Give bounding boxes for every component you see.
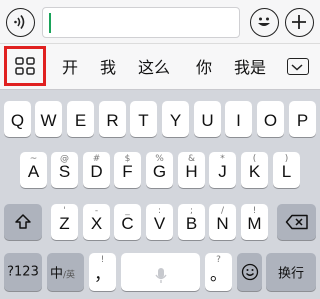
key-label: X — [90, 214, 103, 233]
backspace-key[interactable] — [277, 204, 316, 240]
emoji-icon[interactable] — [250, 8, 279, 37]
key-label: ， — [94, 265, 111, 284]
candidate-word[interactable]: 我 — [100, 54, 116, 78]
candidate-bar: 开 我 这么 你 我是 — [0, 44, 320, 90]
key-label: D — [90, 162, 103, 181]
period-key[interactable]: ?。 — [205, 253, 232, 291]
key-q[interactable]: Q — [4, 101, 31, 137]
shift-icon — [15, 214, 31, 229]
key-label: B — [185, 214, 198, 233]
key-p[interactable]: P — [289, 101, 316, 137]
numbers-key[interactable]: ?123 — [4, 253, 42, 291]
key-l[interactable]: ) L — [273, 152, 300, 188]
key-label: 中/英 — [41, 263, 84, 282]
key-label: Q — [10, 111, 25, 130]
key-label: ?123 — [7, 264, 39, 280]
key-label: E — [74, 111, 87, 130]
grid-menu-icon[interactable] — [4, 46, 46, 86]
key-label: P — [296, 111, 309, 130]
message-input[interactable] — [42, 7, 240, 38]
key-label: 。 — [210, 265, 227, 284]
comma-key[interactable]: !， — [89, 253, 116, 291]
key-label: O — [263, 111, 278, 130]
key-label: Y — [169, 111, 182, 130]
keyboard-collapse-icon[interactable] — [287, 58, 309, 75]
key-b[interactable]: ; B — [178, 204, 205, 240]
key-label: V — [153, 214, 166, 233]
key-v[interactable]: :V — [146, 204, 173, 240]
key-y[interactable]: Y — [162, 101, 189, 137]
candidate-word[interactable]: 你 — [196, 54, 212, 78]
key-label: H — [185, 162, 198, 181]
key-n[interactable]: / N — [209, 204, 236, 240]
candidate-word[interactable]: 开 — [62, 54, 78, 78]
candidate-word[interactable]: 我是 — [234, 54, 266, 78]
text-caret — [49, 13, 51, 33]
key-o[interactable]: O — [257, 101, 284, 137]
key-h[interactable]: & H — [178, 152, 205, 188]
space-key[interactable] — [121, 253, 200, 291]
key-label: K — [248, 162, 261, 181]
key-e[interactable]: E — [67, 101, 94, 137]
key-m[interactable]: ! M — [241, 204, 268, 240]
key-t[interactable]: T — [130, 101, 157, 137]
key-f[interactable]: $ F — [114, 152, 141, 188]
plus-icon[interactable] — [285, 8, 314, 37]
return-key[interactable]: 换行 — [266, 253, 316, 291]
lang-sub: /英 — [62, 270, 76, 281]
key-label: A — [27, 162, 40, 181]
candidate-word[interactable]: 这么 — [138, 54, 170, 78]
key-g[interactable]: % G — [146, 152, 173, 188]
key-d[interactable]: # D — [83, 152, 110, 188]
keyboard: Q W E R T Y U I O P ~ A @ S # D $ F % G & H * J… — [0, 90, 320, 299]
key-label: J — [218, 162, 227, 181]
shift-key[interactable] — [4, 204, 42, 240]
emoji-key[interactable] — [237, 253, 262, 291]
key-label: 换行 — [277, 266, 304, 282]
input-bar — [0, 0, 320, 44]
key-i[interactable]: I — [225, 101, 252, 137]
key-x[interactable]: -X — [83, 204, 110, 240]
key-label: W — [40, 111, 57, 130]
key-label: U — [201, 111, 214, 130]
key-u[interactable]: U — [194, 101, 221, 137]
key-k[interactable]: (K — [241, 152, 268, 188]
key-label: M — [247, 214, 262, 233]
key-w[interactable]: W — [35, 101, 62, 137]
key-c[interactable]: _ C — [114, 204, 141, 240]
key-label: N — [216, 214, 229, 233]
key-s[interactable]: @ S — [51, 152, 78, 188]
key-label: G — [152, 162, 167, 181]
key-label: Z — [59, 214, 70, 233]
language-switch-key[interactable]: 中/英 — [47, 253, 84, 291]
key-label: F — [122, 162, 133, 181]
microphone-icon — [154, 267, 167, 283]
voice-icon[interactable] — [6, 8, 35, 37]
backspace-icon — [285, 214, 308, 230]
key-label: S — [58, 162, 71, 181]
lang-main: 中 — [49, 266, 63, 282]
key-label: C — [121, 214, 134, 233]
key-label: T — [138, 111, 149, 130]
key-label: I — [236, 111, 241, 130]
key-a[interactable]: ~ A — [20, 152, 47, 188]
key-label: R — [106, 111, 119, 130]
emoji-icon — [241, 263, 258, 281]
key-z[interactable]: ' Z — [51, 204, 78, 240]
key-j[interactable]: * J — [209, 152, 236, 188]
key-label: L — [281, 162, 292, 181]
key-r[interactable]: R — [99, 101, 126, 137]
